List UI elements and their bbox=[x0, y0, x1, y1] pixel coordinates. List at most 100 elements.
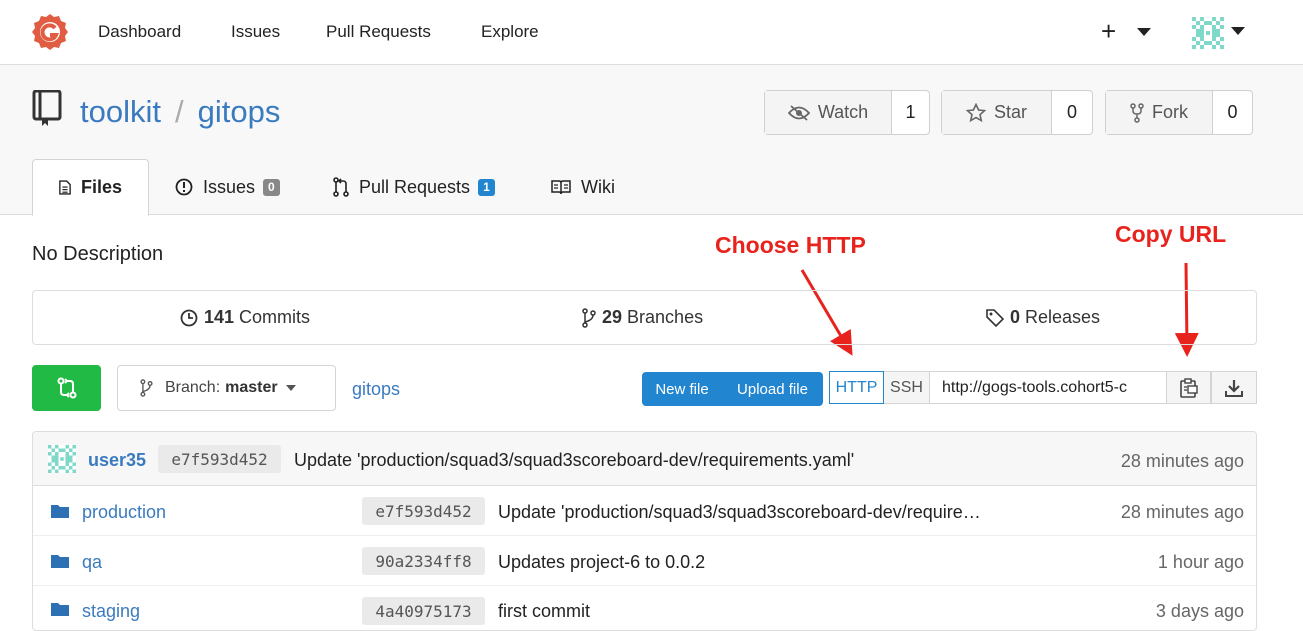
clone-ssh-button[interactable]: SSH bbox=[884, 371, 930, 404]
clone-url-input[interactable]: http://gogs-tools.cohort5-c bbox=[929, 371, 1167, 404]
file-text-icon bbox=[59, 180, 71, 195]
upload-file-button[interactable]: Upload file bbox=[722, 372, 823, 406]
tab-issues-label: Issues bbox=[203, 176, 256, 197]
dropdown-caret-icon bbox=[285, 385, 296, 391]
latest-commit-sha[interactable]: e7f593d452 bbox=[158, 445, 281, 473]
file-row: staging 4a40975173 first commit 3 days a… bbox=[33, 586, 1256, 630]
star-button[interactable]: Star bbox=[942, 91, 1052, 134]
releases-count: 0 bbox=[1010, 307, 1021, 327]
copy-url-button[interactable] bbox=[1166, 371, 1211, 404]
file-commit-sha[interactable]: 90a2334ff8 bbox=[362, 547, 485, 575]
create-new-button[interactable]: + bbox=[1101, 16, 1116, 46]
repo-book-icon bbox=[32, 90, 62, 126]
git-branch-icon bbox=[140, 379, 153, 397]
create-menu-caret-icon[interactable] bbox=[1137, 28, 1151, 36]
nav-pull-requests[interactable]: Pull Requests bbox=[326, 21, 431, 43]
latest-commit-row: user35 e7f593d452 Update 'production/squ… bbox=[33, 432, 1256, 486]
download-icon bbox=[1225, 379, 1243, 397]
pull-requests-count-badge: 1 bbox=[478, 178, 495, 196]
file-commit-sha[interactable]: 4a40975173 bbox=[362, 597, 485, 625]
tag-icon bbox=[986, 308, 1004, 327]
repo-title-separator: / bbox=[174, 94, 184, 129]
branches-label: Branches bbox=[627, 307, 704, 327]
committer-name[interactable]: user35 bbox=[88, 449, 146, 471]
path-breadcrumb[interactable]: gitops bbox=[352, 379, 400, 400]
file-list-table: user35 e7f593d452 Update 'production/squ… bbox=[32, 431, 1257, 631]
file-commit-time: 1 hour ago bbox=[1157, 552, 1244, 572]
annotation-copy-url: Copy URL bbox=[1115, 221, 1227, 247]
issue-opened-icon bbox=[175, 178, 193, 196]
file-commit-message[interactable]: Update 'production/squad3/squad3scoreboa… bbox=[498, 501, 981, 523]
star-button-group: Star 0 bbox=[941, 90, 1093, 135]
fork-icon bbox=[1130, 102, 1144, 123]
commits-label: Commits bbox=[239, 307, 311, 327]
star-count[interactable]: 0 bbox=[1052, 91, 1092, 134]
branch-name: master bbox=[225, 379, 278, 396]
tab-wiki[interactable]: Wiki bbox=[525, 159, 641, 215]
fork-button[interactable]: Fork bbox=[1106, 91, 1213, 134]
annotation-choose-http: Choose HTTP bbox=[715, 232, 866, 258]
file-row: production e7f593d452 Update 'production… bbox=[33, 486, 1256, 536]
gogs-logo-icon[interactable] bbox=[30, 12, 70, 52]
branches-count: 29 bbox=[602, 307, 623, 327]
top-navbar: Dashboard Issues Pull Requests Explore + bbox=[0, 0, 1303, 65]
commits-stat[interactable]: 141 Commits bbox=[180, 307, 310, 328]
nav-issues[interactable]: Issues bbox=[231, 21, 280, 43]
file-row: qa 90a2334ff8 Updates project-6 to 0.0.2… bbox=[33, 536, 1256, 586]
user-menu-caret-icon[interactable] bbox=[1231, 27, 1245, 35]
pull-request-icon bbox=[333, 177, 349, 197]
tab-issues[interactable]: Issues 0 bbox=[149, 159, 306, 215]
repo-owner-link[interactable]: toolkit bbox=[80, 94, 161, 129]
watch-button-group: Watch 1 bbox=[764, 90, 930, 135]
fork-button-group: Fork 0 bbox=[1105, 90, 1253, 135]
fork-label: Fork bbox=[1152, 102, 1188, 122]
nav-explore[interactable]: Explore bbox=[481, 21, 539, 43]
nav-dashboard[interactable]: Dashboard bbox=[98, 21, 181, 43]
tab-files[interactable]: Files bbox=[32, 159, 149, 216]
file-commit-time: 28 minutes ago bbox=[1120, 502, 1244, 522]
compare-pull-button[interactable] bbox=[32, 365, 101, 411]
branch-prefix: Branch: bbox=[165, 379, 221, 396]
eye-slash-icon bbox=[787, 104, 810, 121]
repo-description: No Description bbox=[32, 243, 164, 265]
repo-stats-bar: 141 Commits 29 Branches 0 Releases bbox=[32, 290, 1257, 345]
file-name-link[interactable]: qa bbox=[82, 551, 102, 573]
fork-count[interactable]: 0 bbox=[1213, 91, 1252, 134]
file-commit-time: 3 days ago bbox=[1155, 601, 1244, 621]
repo-title: toolkit / gitops bbox=[80, 92, 280, 132]
tab-files-label: Files bbox=[80, 177, 122, 197]
latest-commit-message[interactable]: Update 'production/squad3/squad3scoreboa… bbox=[294, 449, 854, 471]
tab-pull-requests[interactable]: Pull Requests 1 bbox=[307, 159, 521, 215]
releases-stat[interactable]: 0 Releases bbox=[986, 307, 1100, 328]
branch-selector[interactable]: Branch: master bbox=[117, 365, 336, 411]
file-commit-message[interactable]: Updates project-6 to 0.0.2 bbox=[498, 551, 705, 573]
commits-count: 141 bbox=[204, 307, 235, 327]
committer-avatar[interactable] bbox=[48, 445, 76, 473]
latest-commit-time: 28 minutes ago bbox=[1120, 451, 1244, 471]
folder-icon bbox=[51, 603, 69, 616]
watch-label: Watch bbox=[817, 102, 869, 122]
tab-wiki-label: Wiki bbox=[581, 176, 615, 197]
watch-button[interactable]: Watch bbox=[765, 91, 892, 134]
issues-count-badge: 0 bbox=[263, 178, 280, 196]
file-name-link[interactable]: staging bbox=[82, 600, 140, 622]
folder-icon bbox=[51, 505, 69, 518]
watch-count[interactable]: 1 bbox=[892, 91, 929, 134]
branches-stat[interactable]: 29 Branches bbox=[582, 307, 703, 328]
file-commit-sha[interactable]: e7f593d452 bbox=[362, 497, 485, 525]
file-name-link[interactable]: production bbox=[82, 501, 166, 523]
book-open-icon bbox=[551, 180, 571, 195]
history-icon bbox=[180, 309, 198, 326]
sync-icon bbox=[57, 377, 76, 399]
git-branch-icon bbox=[582, 307, 596, 328]
download-button[interactable] bbox=[1211, 371, 1257, 404]
clone-http-button[interactable]: HTTP bbox=[829, 371, 884, 404]
star-icon bbox=[965, 102, 986, 122]
new-file-button[interactable]: New file bbox=[642, 372, 722, 406]
repo-name-link[interactable]: gitops bbox=[198, 94, 281, 129]
user-avatar[interactable] bbox=[1192, 17, 1224, 49]
file-commit-message[interactable]: first commit bbox=[498, 600, 590, 622]
clipboard-icon bbox=[1179, 377, 1198, 398]
star-label: Star bbox=[993, 102, 1027, 122]
folder-icon bbox=[51, 555, 69, 568]
